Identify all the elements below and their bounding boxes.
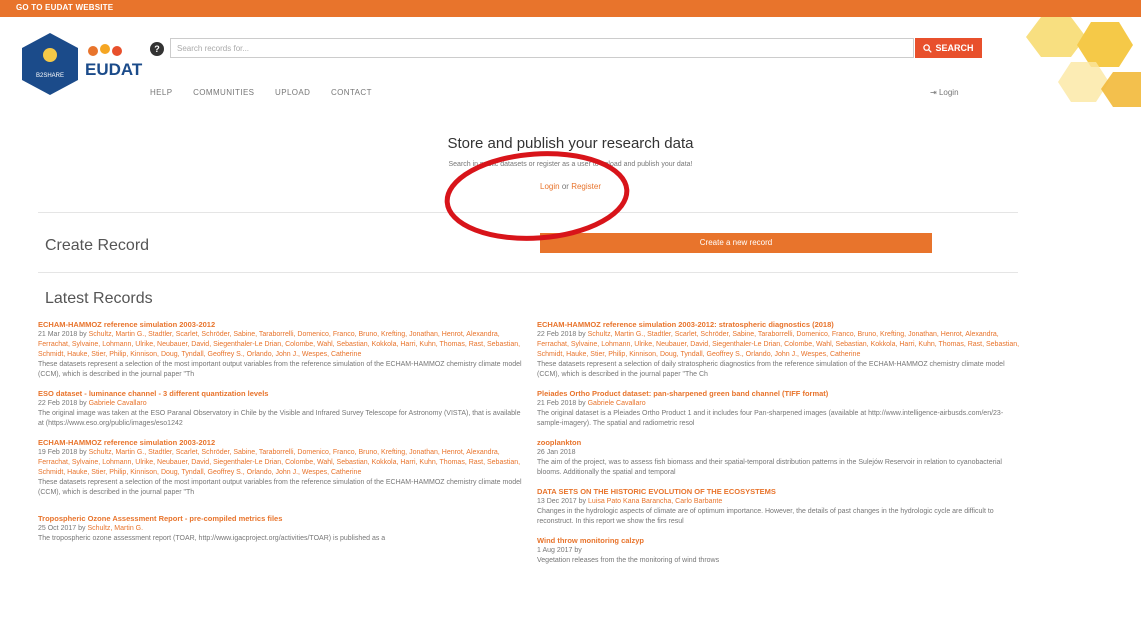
record-title[interactable]: ESO dataset - luminance channel - 3 diff… bbox=[38, 389, 523, 399]
record-date: 21 Mar 2018 by bbox=[38, 331, 87, 338]
record-item: ECHAM-HAMMOZ reference simulation 2003-2… bbox=[38, 320, 523, 380]
record-item: DATA SETS ON THE HISTORIC EVOLUTION OF T… bbox=[537, 487, 1022, 527]
login-label: Login bbox=[938, 88, 959, 97]
main-nav: HELP COMMUNITIES UPLOAD CONTACT bbox=[150, 88, 390, 97]
record-title[interactable]: Pleiades Ortho Product dataset: pan-shar… bbox=[537, 389, 1022, 399]
nav-contact[interactable]: CONTACT bbox=[331, 88, 372, 97]
hero-or: or bbox=[561, 182, 569, 191]
record-authors[interactable]: Gabriele Cavallaro bbox=[588, 400, 646, 407]
record-date: 21 Feb 2018 by bbox=[537, 400, 586, 407]
record-description: Vegetation releases from the the monitor… bbox=[537, 557, 720, 564]
record-description: The original dataset is a Pleiades Ortho… bbox=[537, 410, 1004, 427]
record-title[interactable]: ECHAM-HAMMOZ reference simulation 2003-2… bbox=[537, 320, 1022, 330]
record-authors[interactable]: Schultz, Martin G. bbox=[87, 525, 143, 532]
search-button[interactable]: SEARCH bbox=[915, 38, 982, 58]
record-date: 19 Feb 2018 by bbox=[38, 449, 87, 456]
hero-subtitle: Search in public datasets or register as… bbox=[448, 161, 693, 168]
record-item: Pleiades Ortho Product dataset: pan-shar… bbox=[537, 389, 1022, 429]
login-link[interactable]: ⇥ Login bbox=[930, 88, 959, 97]
record-date: 1 Aug 2017 by bbox=[537, 547, 582, 554]
hero-login-link[interactable]: Login bbox=[540, 182, 560, 191]
nav-help[interactable]: HELP bbox=[150, 88, 173, 97]
record-description: Changes in the hydrologic aspects of cli… bbox=[537, 508, 994, 525]
create-record-button[interactable]: Create a new record bbox=[540, 233, 932, 253]
record-date: 26 Jan 2018 bbox=[537, 449, 576, 456]
logo-hex-text: B2SHARE bbox=[36, 73, 64, 79]
divider bbox=[38, 212, 1018, 213]
search-input[interactable]: Search records for... bbox=[170, 38, 914, 58]
search-icon bbox=[923, 43, 933, 53]
record-description: The aim of the project, was to assess fi… bbox=[537, 459, 1002, 476]
record-title[interactable]: zooplankton bbox=[537, 438, 1022, 448]
records-column-right: ECHAM-HAMMOZ reference simulation 2003-2… bbox=[537, 320, 1022, 575]
login-icon: ⇥ bbox=[930, 88, 937, 97]
records-column-left: ECHAM-HAMMOZ reference simulation 2003-2… bbox=[38, 320, 523, 553]
record-item: zooplankton 26 Jan 2018 The aim of the p… bbox=[537, 438, 1022, 478]
create-record-title: Create Record bbox=[45, 237, 150, 254]
record-date: 13 Dec 2017 by bbox=[537, 498, 587, 505]
record-item: Wind throw monitoring calzyp 1 Aug 2017 … bbox=[537, 536, 1022, 566]
record-item: ESO dataset - luminance channel - 3 diff… bbox=[38, 389, 523, 429]
question-icon[interactable]: ? bbox=[150, 42, 164, 56]
top-bar: GO TO EUDAT WEBSITE bbox=[0, 0, 1141, 17]
record-description: These datasets represent a selection of … bbox=[38, 361, 522, 378]
latest-records-title: Latest Records bbox=[45, 290, 153, 307]
record-item: ECHAM-HAMMOZ reference simulation 2003-2… bbox=[537, 320, 1022, 380]
record-title[interactable]: ECHAM-HAMMOZ reference simulation 2003-2… bbox=[38, 438, 523, 448]
search-bar: ? Search records for... SEARCH bbox=[150, 38, 982, 60]
record-title[interactable]: Wind throw monitoring calzyp bbox=[537, 536, 1022, 546]
record-title[interactable]: Tropospheric Ozone Assessment Report - p… bbox=[38, 514, 523, 524]
record-description: The original image was taken at the ESO … bbox=[38, 410, 521, 427]
divider bbox=[38, 272, 1018, 273]
record-title[interactable]: DATA SETS ON THE HISTORIC EVOLUTION OF T… bbox=[537, 487, 1022, 497]
record-date: 25 Oct 2017 by bbox=[38, 525, 86, 532]
record-authors[interactable]: Schultz, Martin G., Stadtler, Scarlet, S… bbox=[38, 449, 520, 476]
record-description: These datasets represent a selection of … bbox=[38, 479, 522, 496]
eudat-wordmark: EUDAT bbox=[85, 60, 143, 79]
honeycomb-decoration bbox=[1026, 17, 1141, 107]
eudat-dots-icon bbox=[88, 44, 122, 56]
b2share-logo[interactable]: B2SHARE bbox=[22, 33, 78, 95]
record-authors[interactable]: Luisa Pato Kana Barancha, Carlo Barbante bbox=[588, 498, 722, 505]
record-authors[interactable]: Schultz, Martin G., Stadtler, Scarlet, S… bbox=[537, 331, 1019, 358]
record-date: 22 Feb 2018 by bbox=[38, 400, 87, 407]
record-description: These datasets represent a selection of … bbox=[537, 361, 1005, 378]
search-button-label: SEARCH bbox=[935, 43, 974, 53]
eudat-website-link[interactable]: GO TO EUDAT WEBSITE bbox=[16, 3, 113, 12]
nav-communities[interactable]: COMMUNITIES bbox=[193, 88, 254, 97]
record-item: ECHAM-HAMMOZ reference simulation 2003-2… bbox=[38, 438, 523, 498]
record-date: 22 Feb 2018 by bbox=[537, 331, 586, 338]
record-authors[interactable]: Schultz, Martin G., Stadtler, Scarlet, S… bbox=[38, 331, 520, 358]
record-item: Tropospheric Ozone Assessment Report - p… bbox=[38, 514, 523, 544]
record-description: The tropospheric ozone assessment report… bbox=[38, 535, 386, 542]
hero-register-link[interactable]: Register bbox=[571, 182, 601, 191]
record-authors[interactable]: Gabriele Cavallaro bbox=[89, 400, 147, 407]
hero-login-register: Login or Register bbox=[0, 182, 1141, 191]
record-title[interactable]: ECHAM-HAMMOZ reference simulation 2003-2… bbox=[38, 320, 523, 330]
hero-title: Store and publish your research data bbox=[447, 135, 694, 152]
nav-upload[interactable]: UPLOAD bbox=[275, 88, 310, 97]
